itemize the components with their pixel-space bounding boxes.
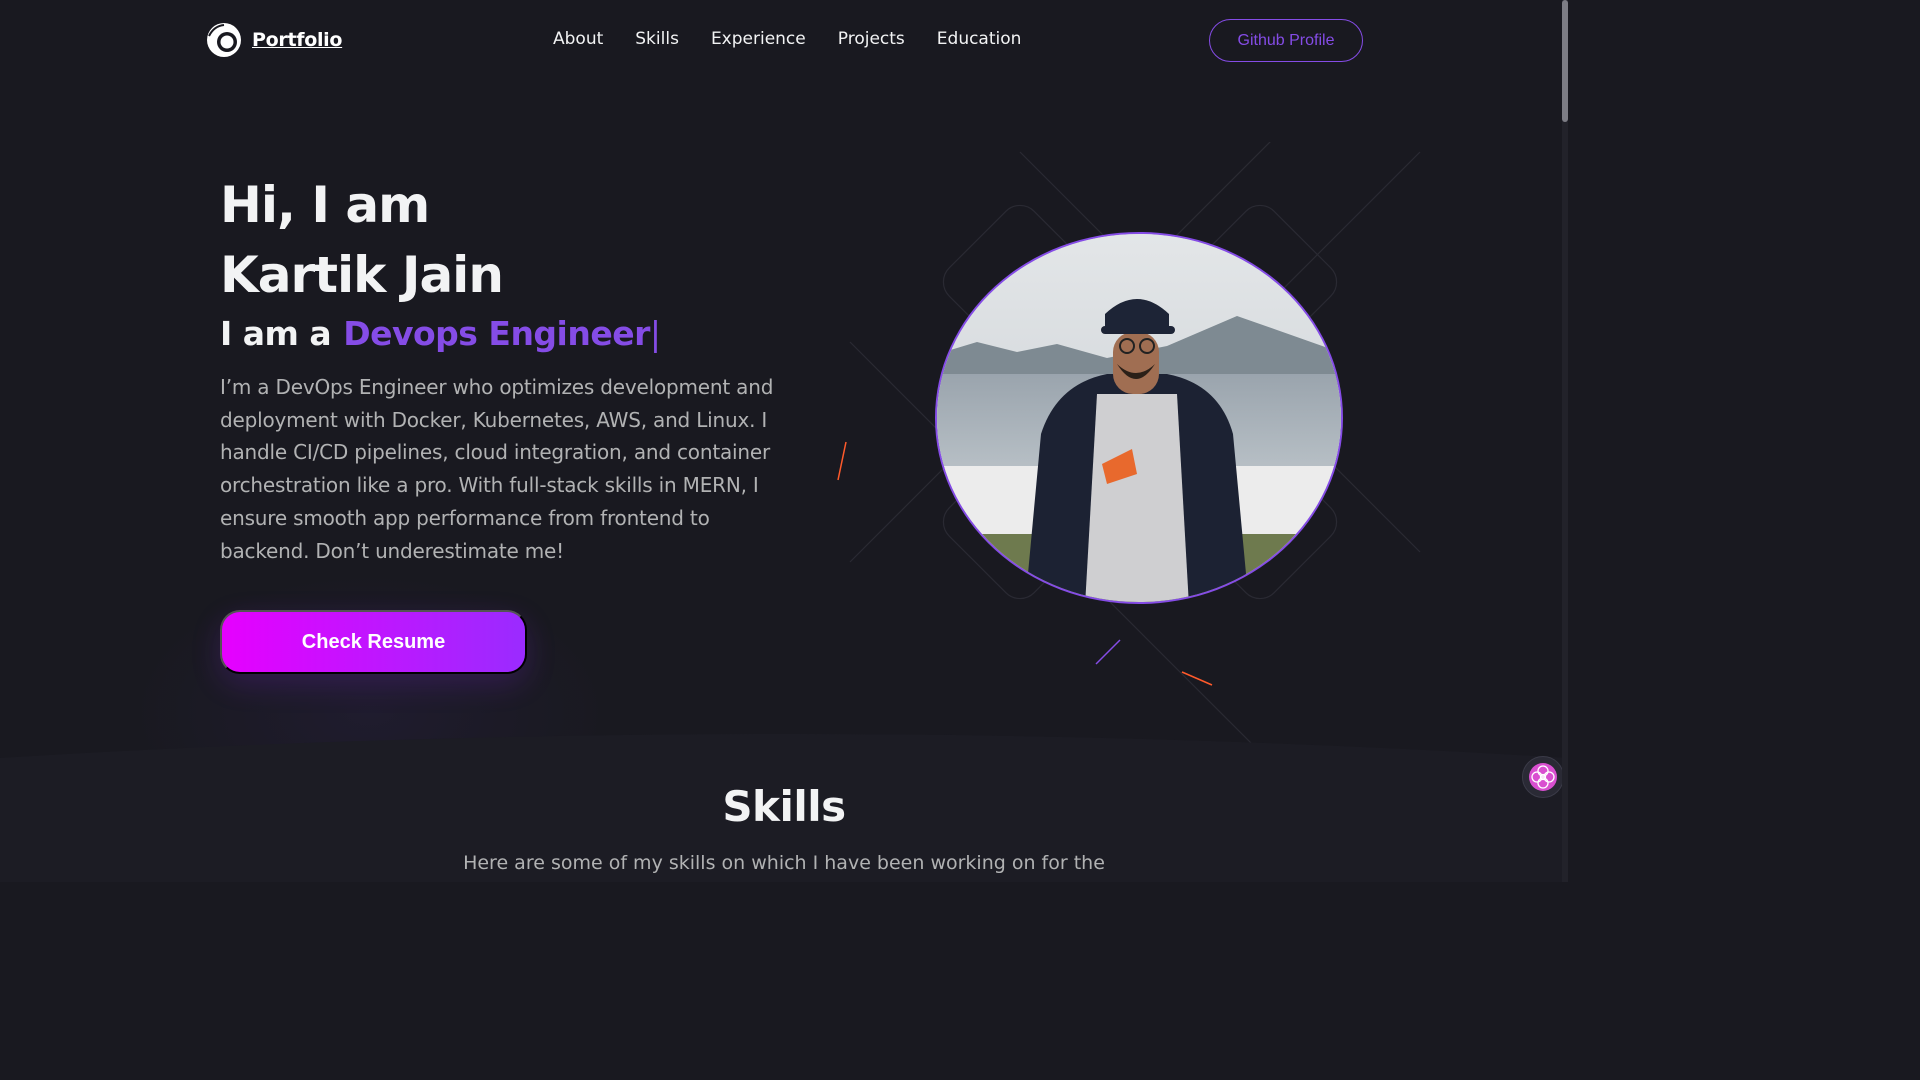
profile-photo [935, 232, 1343, 604]
hero-description: I’m a DevOps Engineer who optimizes deve… [220, 375, 774, 563]
hero-name: Kartik Jain [220, 246, 504, 304]
scrollbar-thumb[interactable] [1562, 0, 1568, 122]
floating-widget-button[interactable] [1522, 756, 1564, 798]
hero-title: Hi, I am Kartik Jain [220, 170, 504, 310]
nav-link-experience[interactable]: Experience [711, 29, 806, 49]
hero-greeting-line1: Hi, I am [220, 176, 430, 234]
scrollbar[interactable] [1562, 0, 1568, 882]
logo-icon [206, 22, 242, 58]
logo-text: Portfolio [252, 29, 343, 51]
skills-title: Skills [722, 782, 846, 831]
typing-cursor: | [649, 314, 661, 353]
hero-section: Hi, I am Kartik Jain I am a Devops Engin… [0, 82, 1568, 852]
nav-link-skills[interactable]: Skills [635, 29, 679, 49]
hero-subtitle: I am a Devops Engineer| [220, 314, 661, 353]
role-text: Devops Engineer [343, 314, 650, 353]
logo-link[interactable]: Portfolio [206, 22, 342, 58]
nav-link-projects[interactable]: Projects [838, 29, 905, 49]
page: Portfolio About Skills Experience Projec… [0, 0, 1568, 882]
nav-link-about[interactable]: About [553, 29, 603, 49]
skills-section: Skills Here are some of my skills on whi… [0, 720, 1568, 882]
navbar: Portfolio About Skills Experience Projec… [0, 0, 1568, 82]
nav-link-education[interactable]: Education [937, 29, 1022, 49]
subtitle-prefix: I am a [220, 314, 332, 353]
nav-links: About Skills Experience Projects Educati… [553, 29, 1053, 49]
flower-icon [1529, 763, 1557, 791]
check-resume-button[interactable]: Check Resume [220, 610, 527, 674]
github-profile-button[interactable]: Github Profile [1209, 19, 1363, 62]
typewriter-role: Devops Engineer| [343, 314, 661, 353]
skills-description: Here are some of my skills on which I ha… [463, 852, 1105, 874]
section-divider [0, 734, 1568, 760]
